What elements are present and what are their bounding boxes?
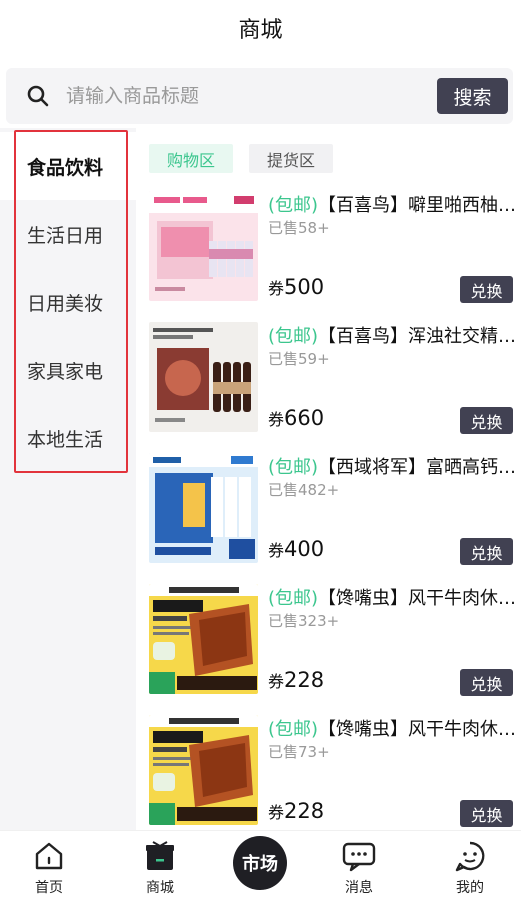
free-shipping-tag: (包邮) bbox=[268, 326, 319, 347]
coupon-unit: 券 bbox=[268, 672, 285, 691]
nav-mine-label: 我的 bbox=[456, 880, 484, 896]
coupon-unit: 券 bbox=[268, 279, 285, 298]
page-title: 商城 bbox=[238, 18, 283, 43]
product-price: 券228 bbox=[268, 799, 324, 823]
product-image[interactable] bbox=[149, 453, 258, 563]
gift-box-icon bbox=[143, 839, 177, 873]
free-shipping-tag: (包邮) bbox=[268, 588, 319, 609]
redeem-button[interactable]: 兑换 bbox=[460, 276, 513, 303]
nav-market-button[interactable]: 市场 bbox=[233, 836, 287, 890]
product-card[interactable]: (包邮)【馋嘴虫】风干牛肉休闲零食 已售323+ 券228 兑换 bbox=[149, 584, 521, 699]
search-button[interactable]: 搜索 bbox=[437, 78, 508, 114]
product-image[interactable] bbox=[149, 715, 258, 825]
product-title[interactable]: (包邮)【百喜鸟】噼里啪西柚精酿啤酒 bbox=[268, 191, 518, 217]
highlight-frame bbox=[14, 130, 128, 473]
product-image[interactable] bbox=[149, 322, 258, 432]
product-title[interactable]: (包邮)【百喜鸟】浑浊社交精酿IPA啤酒 bbox=[268, 322, 518, 348]
price-value: 660 bbox=[284, 406, 325, 430]
product-title[interactable]: (包邮)【馋嘴虫】风干牛肉休闲零食 bbox=[268, 715, 518, 741]
category-sidebar: 食品饮料 生活日用 日用美妆 家具家电 本地生活 bbox=[0, 128, 136, 830]
home-icon bbox=[32, 839, 66, 873]
product-title[interactable]: (包邮)【西域将军】富晒高钙奶粉 bbox=[268, 453, 518, 479]
search-icon[interactable] bbox=[26, 68, 66, 124]
product-card[interactable]: (包邮)【西域将军】富晒高钙奶粉 已售482+ 券400 兑换 bbox=[149, 453, 521, 568]
redeem-button[interactable]: 兑换 bbox=[460, 800, 513, 827]
tab-pickup-area[interactable]: 提货区 bbox=[249, 144, 334, 173]
price-value: 228 bbox=[284, 668, 325, 692]
free-shipping-tag: (包邮) bbox=[268, 719, 319, 740]
coupon-unit: 券 bbox=[268, 541, 285, 560]
nav-home[interactable]: 首页 bbox=[14, 839, 84, 897]
search-bar: 搜索 bbox=[6, 68, 513, 124]
product-price: 券500 bbox=[268, 275, 324, 299]
product-image[interactable] bbox=[149, 584, 258, 694]
product-name: 【西域将军】富晒高钙奶粉 bbox=[318, 457, 518, 478]
header: 商城 bbox=[0, 0, 521, 56]
product-card[interactable]: (包邮)【百喜鸟】浑浊社交精酿IPA啤酒 已售59+ 券660 兑换 bbox=[149, 322, 521, 437]
product-card[interactable]: (包邮)【百喜鸟】噼里啪西柚精酿啤酒 已售58+ 券500 兑换 bbox=[149, 191, 521, 306]
free-shipping-tag: (包邮) bbox=[268, 457, 319, 478]
product-price: 券660 bbox=[268, 406, 324, 430]
redeem-button[interactable]: 兑换 bbox=[460, 669, 513, 696]
nav-mall-label: 商城 bbox=[146, 880, 174, 896]
product-sold: 已售73+ bbox=[268, 743, 330, 761]
product-price: 券228 bbox=[268, 668, 324, 692]
product-sold: 已售58+ bbox=[268, 219, 330, 237]
product-image[interactable] bbox=[149, 191, 258, 301]
product-price: 券400 bbox=[268, 537, 324, 561]
search-input[interactable] bbox=[66, 68, 437, 124]
nav-messages[interactable]: 消息 bbox=[324, 839, 394, 897]
area-tabs: 购物区 提货区 bbox=[149, 144, 349, 173]
product-name: 【馋嘴虫】风干牛肉休闲零食 bbox=[318, 719, 518, 740]
redeem-button[interactable]: 兑换 bbox=[460, 538, 513, 565]
free-shipping-tag: (包邮) bbox=[268, 195, 319, 216]
coupon-unit: 券 bbox=[268, 803, 285, 822]
product-name: 【百喜鸟】噼里啪西柚精酿啤酒 bbox=[318, 195, 518, 216]
product-sold: 已售482+ bbox=[268, 481, 340, 499]
product-card[interactable]: (包邮)【馋嘴虫】风干牛肉休闲零食 已售73+ 券228 兑换 bbox=[149, 715, 521, 830]
price-value: 400 bbox=[284, 537, 325, 561]
redeem-button[interactable]: 兑换 bbox=[460, 407, 513, 434]
product-name: 【馋嘴虫】风干牛肉休闲零食 bbox=[318, 588, 518, 609]
coupon-unit: 券 bbox=[268, 410, 285, 429]
nav-home-label: 首页 bbox=[35, 880, 63, 896]
nav-mine[interactable]: 我的 bbox=[435, 839, 505, 897]
nav-messages-label: 消息 bbox=[345, 880, 373, 896]
profile-chat-icon bbox=[453, 839, 487, 873]
product-sold: 已售59+ bbox=[268, 350, 330, 368]
price-value: 500 bbox=[284, 275, 325, 299]
bottom-nav: 首页 商城 市场 消息 我的 bbox=[0, 830, 521, 898]
product-title[interactable]: (包邮)【馋嘴虫】风干牛肉休闲零食 bbox=[268, 584, 518, 610]
product-name: 【百喜鸟】浑浊社交精酿IPA啤酒 bbox=[318, 326, 518, 347]
tab-shopping-area[interactable]: 购物区 bbox=[149, 144, 234, 173]
nav-mall[interactable]: 商城 bbox=[125, 839, 195, 897]
price-value: 228 bbox=[284, 799, 325, 823]
product-sold: 已售323+ bbox=[268, 612, 340, 630]
message-icon bbox=[341, 839, 377, 873]
